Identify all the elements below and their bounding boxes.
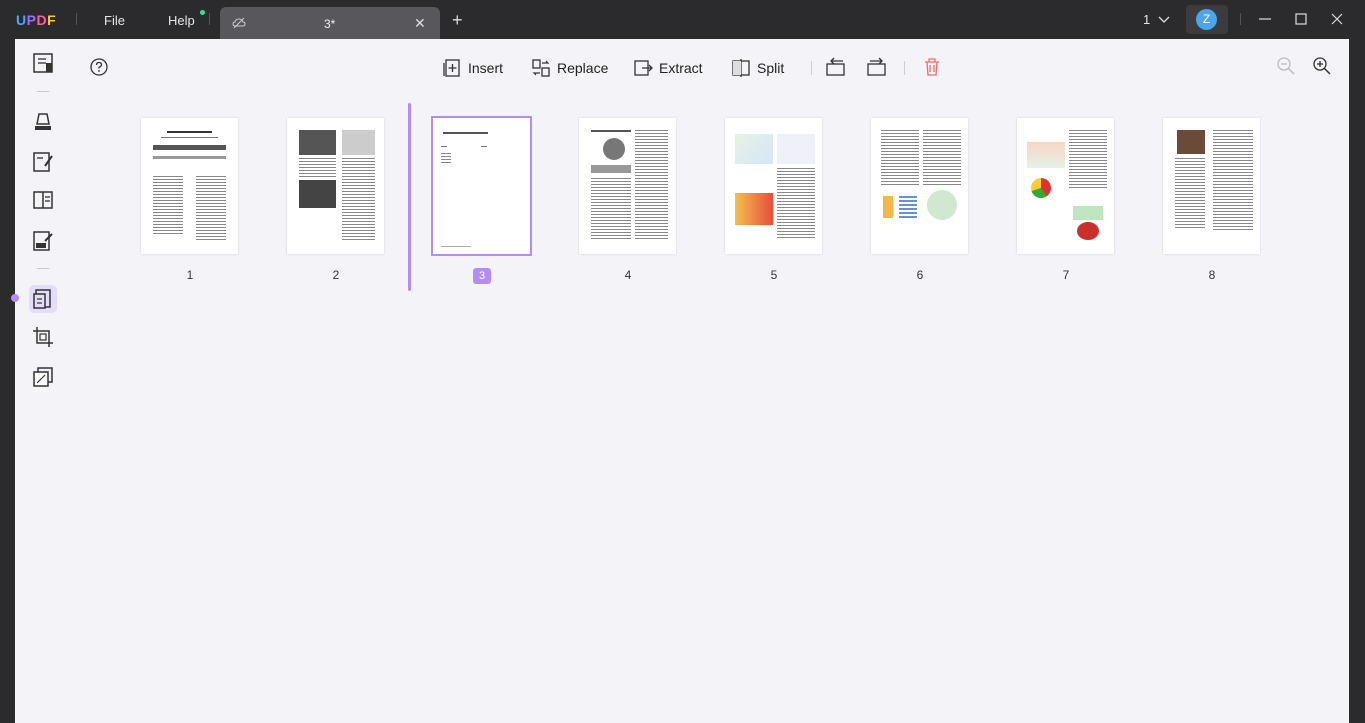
help-icon[interactable] [89, 57, 109, 77]
page-number: 7 [1062, 268, 1070, 282]
window-border [0, 39, 15, 723]
edit-icon[interactable] [31, 150, 55, 174]
cloud-off-icon [232, 17, 246, 29]
page-thumbnail[interactable] [1163, 118, 1260, 254]
page-number: 8 [1208, 268, 1216, 282]
insert-icon [443, 59, 460, 77]
organize-pages-view: Insert Replace Extract Split 1 2 3 4 5 6… [71, 39, 1349, 723]
insert-button[interactable]: Insert [442, 57, 503, 79]
rail-divider [37, 91, 49, 92]
replace-label: Replace [557, 60, 609, 76]
organize-icon[interactable] [31, 287, 55, 311]
page-icon[interactable] [31, 188, 55, 212]
page-thumbnail[interactable] [1017, 118, 1114, 254]
extract-icon [634, 60, 653, 76]
page-thumbnail[interactable] [579, 118, 676, 254]
reader-icon[interactable] [31, 51, 55, 75]
updf-logo[interactable]: UPDF [16, 12, 56, 28]
page-number: 4 [624, 268, 632, 282]
rotate-right-icon[interactable] [866, 57, 888, 77]
trash-icon[interactable] [923, 57, 941, 77]
menu-help[interactable]: Help [168, 13, 195, 28]
page-thumbnail-selected[interactable] [431, 116, 532, 256]
zoom-in-icon[interactable] [1312, 56, 1332, 76]
comment-icon[interactable] [31, 110, 55, 134]
page-thumbnail[interactable] [287, 118, 384, 254]
rail-divider [37, 268, 49, 269]
avatar: Z [1196, 9, 1217, 30]
page-thumbnail[interactable] [141, 118, 238, 254]
replace-button[interactable]: Replace [531, 57, 608, 79]
page-number: 2 [332, 268, 340, 282]
layers-icon[interactable] [31, 365, 55, 389]
zoom-out-icon[interactable] [1276, 56, 1296, 76]
close-tab-icon[interactable]: ✕ [414, 15, 426, 32]
page-number: 1 [186, 268, 194, 282]
title-divider [1240, 13, 1241, 25]
rotate-left-icon[interactable] [825, 57, 847, 77]
window-count[interactable]: 1 [1143, 12, 1170, 27]
window-border [1349, 39, 1365, 723]
replace-icon [532, 59, 550, 77]
toolbar-divider [811, 61, 812, 75]
extract-button[interactable]: Extract [633, 57, 703, 79]
page-number: 6 [916, 268, 924, 282]
split-button[interactable]: Split [731, 57, 784, 79]
page-number-selected: 3 [473, 268, 491, 284]
minimize-icon[interactable] [1256, 10, 1274, 28]
insert-position-marker [408, 103, 411, 291]
menu-file[interactable]: File [104, 13, 125, 28]
page-thumbnail[interactable] [871, 118, 968, 254]
form-icon[interactable] [31, 229, 55, 253]
left-toolbar [11, 39, 71, 723]
toolbar-divider [904, 61, 905, 75]
crop-icon[interactable] [31, 325, 55, 349]
active-indicator [11, 294, 19, 302]
chevron-down-icon [1158, 16, 1170, 23]
split-icon [732, 59, 750, 77]
page-thumbnail[interactable] [725, 118, 822, 254]
page-number: 5 [770, 268, 778, 282]
new-tab-button[interactable]: + [452, 10, 463, 31]
maximize-icon[interactable] [1292, 10, 1310, 28]
document-tab[interactable]: 3* ✕ [220, 7, 440, 39]
insert-label: Insert [468, 60, 504, 76]
account-button[interactable]: Z [1186, 5, 1228, 34]
close-window-icon[interactable] [1328, 10, 1346, 28]
tab-title: 3* [324, 17, 336, 31]
split-label: Split [757, 60, 785, 76]
title-bar: UPDF File Help 3* ✕ + 1 Z [0, 0, 1365, 39]
title-divider [209, 13, 210, 25]
update-dot [200, 10, 205, 15]
extract-label: Extract [659, 60, 703, 76]
title-divider [76, 13, 77, 25]
